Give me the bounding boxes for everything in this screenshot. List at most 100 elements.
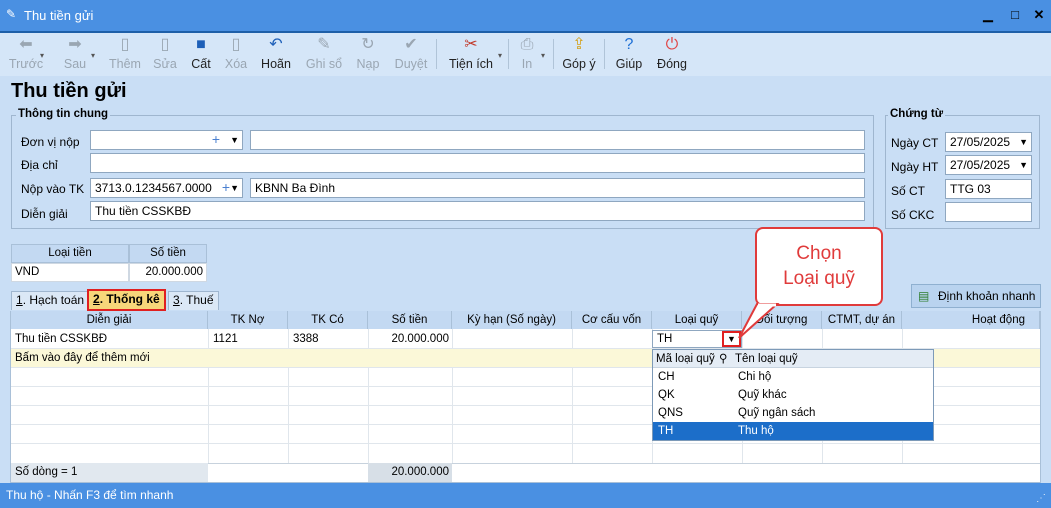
amount-cell[interactable]: 20.000.000 (129, 263, 207, 282)
dropdown-arrow-icon[interactable]: ▼ (230, 131, 239, 149)
toolbar-divider (508, 39, 509, 69)
add-button[interactable]: ▯ Thêm (107, 35, 143, 71)
account-combo[interactable]: 3713.0.1234567.0000 + ▼ (90, 178, 243, 198)
next-button[interactable]: ➡ Sau (58, 35, 92, 71)
row-credit: 3388 (293, 333, 319, 345)
grid-header-term: Kỳ hạn (Số ngày) (452, 311, 572, 329)
payer-label: Đơn vị nộp (21, 135, 80, 149)
row-count: Số dòng = 1 (11, 463, 208, 482)
approve-button[interactable]: ✔ Duyệt (392, 35, 430, 71)
title-bar: ✎ Thu tiền gửi ▁ □ ✕ (0, 0, 1051, 31)
footer-blank (208, 464, 368, 482)
address-label: Địa chỉ (21, 158, 58, 172)
account-label: Nộp vào TK (21, 182, 85, 196)
post-button[interactable]: ✎ Ghi sổ (302, 35, 346, 71)
popup-item[interactable]: QNS Quỹ ngân sách (653, 404, 933, 422)
undo-button[interactable]: ↶ Hoãn (258, 35, 294, 71)
print-caret-icon[interactable]: ▾ (541, 51, 545, 60)
new-doc-icon: ▯ (120, 36, 130, 53)
ckc-no-field[interactable] (945, 202, 1032, 222)
tab-statistics[interactable]: 2. Thống kê (87, 289, 166, 311)
undo-icon: ↶ (269, 36, 283, 53)
page-title: Thu tiền gửi (11, 80, 127, 102)
toolbar-divider (604, 39, 605, 69)
arrow-right-icon: ➡ (68, 36, 82, 53)
callout-pointer (738, 303, 780, 339)
popup-item[interactable]: CH Chi hộ (653, 368, 933, 386)
maximize-button[interactable]: □ (1004, 5, 1026, 25)
prev-button[interactable]: ⬅ Trước (8, 35, 44, 71)
grid-header-credit: TK Có (288, 311, 368, 329)
status-bar: Thu hộ - Nhấn F3 để tìm nhanh (0, 483, 1051, 508)
save-button[interactable]: ■ Cất (186, 35, 216, 71)
posting-date-picker[interactable]: 27/05/2025 ▼ (945, 155, 1032, 175)
posting-date-label: Ngày HT (891, 160, 939, 174)
grid-header-fund-type: Loại quỹ (652, 311, 742, 329)
add-icon[interactable]: + (222, 179, 230, 196)
power-icon: ⏻ (665, 36, 679, 53)
next-caret-icon[interactable]: ▾ (91, 51, 95, 60)
print-button[interactable]: ⎙ In (514, 35, 540, 71)
address-field[interactable] (90, 153, 865, 173)
help-icon: ? (624, 36, 634, 53)
footer-blank (452, 464, 1040, 482)
edit-button[interactable]: ▯ Sửa (148, 35, 182, 71)
payer-name-field[interactable] (250, 130, 865, 150)
close-button[interactable]: ⏻ Đóng (654, 35, 690, 71)
floppy-icon: ■ (196, 36, 206, 53)
upload-icon: ⇪ (572, 36, 586, 53)
popup-item-selected[interactable]: TH Thu hộ (653, 422, 933, 440)
payer-combo[interactable]: + ▼ (90, 130, 243, 150)
table-row[interactable]: Thu tiền CSSKBĐ 1121 3388 20.000.000 (11, 330, 1040, 348)
grid-header-description: Diễn giải (11, 311, 208, 329)
description-label: Diễn giải (21, 207, 68, 221)
delete-doc-icon: ▯ (231, 36, 241, 53)
toolbar: ⬅ Trước ▾ ➡ Sau ▾ ▯ Thêm ▯ Sửa ■ Cất ▯ Xóa ↶ Ho… (0, 33, 1051, 76)
grid-line (11, 443, 1040, 444)
popup-col-name: Tên loại quỹ (735, 353, 798, 365)
utilities-button[interactable]: ✂ Tiện ích (446, 35, 496, 71)
fund-type-popup: Mã loại quỹ ⚲ Tên loại quỹ CH Chi hộ QK … (652, 349, 934, 441)
voucher-date-picker[interactable]: 27/05/2025 ▼ (945, 132, 1032, 152)
utilities-caret-icon[interactable]: ▾ (498, 51, 502, 60)
binoculars-icon: ⚲ (719, 353, 728, 365)
description-field[interactable]: Thu tiền CSSKBĐ (90, 201, 865, 221)
popup-item[interactable]: QK Quỹ khác (653, 386, 933, 404)
quick-entry-button[interactable]: ▤ Định khoản nhanh (911, 284, 1041, 308)
refresh-icon: ↻ (361, 36, 375, 53)
tools-icon: ✂ (464, 36, 478, 53)
minimize-button[interactable]: ▁ (977, 5, 999, 25)
feedback-button[interactable]: ⇪ Góp ý (560, 35, 598, 71)
add-icon[interactable]: + (212, 131, 220, 148)
prev-caret-icon[interactable]: ▾ (40, 51, 44, 60)
load-button[interactable]: ↻ Nạp (352, 35, 384, 71)
toolbar-divider (553, 39, 554, 69)
grid-header-amount: Số tiền (368, 311, 452, 329)
tab-tax[interactable]: 3. Thuế (168, 291, 219, 310)
voucher-no-label: Số CT (891, 184, 926, 198)
help-button[interactable]: ? Giúp (612, 35, 646, 71)
currency-cell[interactable]: VND (11, 263, 129, 282)
voucher-group-label: Chứng từ (888, 108, 946, 120)
dropdown-arrow-icon[interactable]: ▼ (1019, 156, 1028, 174)
dropdown-arrow-icon[interactable]: ▼ (1019, 133, 1028, 151)
tab-accounting[interactable]: 1. Hạch toán (11, 291, 90, 310)
voucher-no-field[interactable]: TTG 03 (945, 179, 1032, 199)
currency-header: Loại tiền (11, 244, 129, 263)
delete-button[interactable]: ▯ Xóa (220, 35, 252, 71)
dropdown-arrow-icon[interactable]: ▼ (230, 179, 239, 197)
check-icon: ✔ (404, 36, 418, 53)
toolbar-divider (436, 39, 437, 69)
voucher-date-label: Ngày CT (891, 136, 939, 150)
journal-icon: ▤ (918, 289, 930, 303)
row-debit: 1121 (213, 333, 238, 345)
resize-grip-icon[interactable]: ⋰ (1036, 493, 1046, 504)
row-description: Thu tiền CSSKBĐ (15, 333, 108, 345)
grid-header-activity: Hoạt động (902, 311, 1040, 329)
account-name-field[interactable]: KBNN Ba Đình (250, 178, 865, 198)
grid-header-debit: TK Nợ (208, 311, 288, 329)
app-icon: ✎ (6, 7, 17, 21)
pencil-icon: ✎ (317, 36, 331, 53)
close-window-button[interactable]: ✕ (1028, 5, 1050, 25)
popup-header: Mã loại quỹ ⚲ Tên loại quỹ (653, 350, 933, 368)
